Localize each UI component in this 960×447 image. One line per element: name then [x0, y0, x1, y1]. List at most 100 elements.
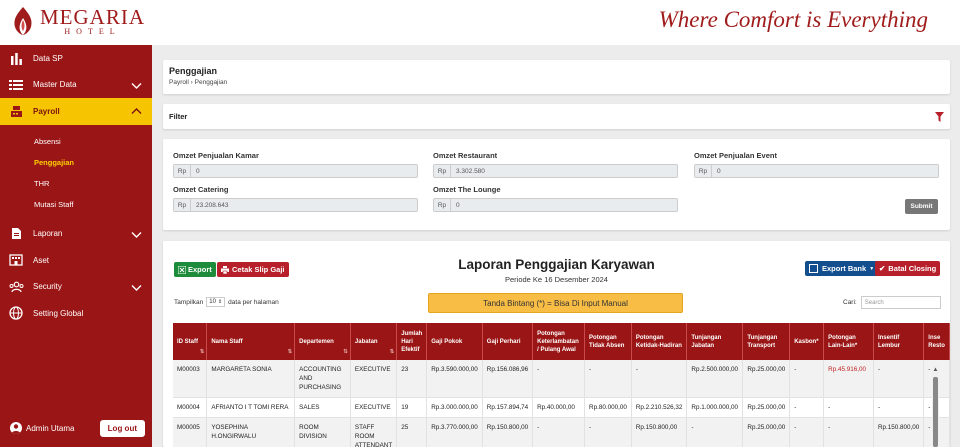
avatar-icon: [10, 422, 22, 434]
omzet-event-input[interactable]: Rp 0: [694, 164, 939, 178]
check-icon: ✔: [879, 264, 886, 273]
omzet-lounge-input[interactable]: Rp 0: [433, 198, 678, 212]
export-bank-label: Export Bank: [822, 264, 867, 273]
col-header[interactable]: Potongan Tidak Absen: [584, 323, 632, 360]
filter-card[interactable]: Filter: [163, 104, 950, 129]
table-row: M00003 MARGARETA SONIA ACCOUNTING AND PU…: [173, 360, 950, 398]
field-label: Omzet The Lounge: [433, 185, 501, 194]
col-header[interactable]: Tunjangan Jabatan: [686, 323, 744, 360]
table-cell-potongan-lain[interactable]: -: [823, 417, 874, 447]
submenu-mutasi-staff[interactable]: Mutasi Staff: [0, 194, 152, 215]
submenu-penggajian[interactable]: Penggajian: [0, 152, 152, 173]
sidebar-item-aset[interactable]: Aset: [0, 247, 152, 274]
table-cell: Rp.156.086,96: [482, 360, 534, 398]
table-cell: Rp.25.000,00: [742, 397, 791, 418]
col-header[interactable]: Tunjangan Transport: [742, 323, 791, 360]
brand-tagline: Where Comfort is Everything: [658, 7, 928, 32]
scroll-up-icon[interactable]: ▲: [932, 367, 939, 374]
col-header[interactable]: Departemen ⇅: [294, 323, 351, 360]
table-cell: YOSEPHINA H.ONGIRWALU: [206, 417, 296, 447]
col-header[interactable]: Potongan Keterlambatan / Pulang Awal: [532, 323, 586, 360]
table-cell-kasbon[interactable]: -: [789, 360, 825, 398]
sidebar-item-security[interactable]: Security: [0, 274, 152, 301]
col-header[interactable]: Kasbon*: [789, 323, 825, 360]
report-period: Periode Ke 16 Desember 2024: [505, 275, 608, 284]
omzet-catering-input[interactable]: Rp 23.208.643: [173, 198, 418, 212]
show-suffix: data per halaman: [228, 298, 279, 306]
table-row: M00004 AFRIANTO I T TOMI RERA SALES EXEC…: [173, 397, 950, 418]
sidebar-item-label: Setting Global: [33, 308, 84, 318]
col-header[interactable]: Insentif Lembur: [873, 323, 925, 360]
col-header[interactable]: Gaji Pokok: [426, 323, 483, 360]
table-cell-potongan-lain[interactable]: Rp.45.916,00: [823, 360, 874, 398]
table-cell: -: [584, 417, 632, 447]
col-header[interactable]: Jumlah Hari Efektif: [396, 323, 428, 360]
hotel-logo[interactable]: MEGARIA HOTEL: [10, 6, 145, 36]
table-cell: Rp.80.000,00: [584, 397, 632, 418]
table-cell-kasbon[interactable]: -: [789, 397, 825, 418]
table-cell-kasbon[interactable]: -: [789, 417, 825, 447]
table-cell: Rp.3.590.000,00: [426, 360, 483, 398]
table-cell: 23: [396, 360, 428, 398]
col-header[interactable]: Potongan Ketidak-Hadiran: [631, 323, 688, 360]
document-icon: [8, 227, 24, 241]
report-card: Export Cetak Slip Gaji Laporan Penggajia…: [163, 241, 950, 447]
submenu-thr[interactable]: THR: [0, 173, 152, 194]
users-icon: [8, 280, 24, 294]
omzet-kamar-input[interactable]: Rp 0: [173, 164, 418, 178]
omzet-restaurant-input[interactable]: Rp 3.302.580: [433, 164, 678, 178]
submenu-absensi[interactable]: Absensi: [0, 131, 152, 152]
chevron-up-icon: [131, 108, 142, 114]
list-icon: [8, 78, 24, 92]
field-label: Omzet Penjualan Event: [694, 151, 777, 160]
sidebar-item-master-data[interactable]: Master Data: [0, 72, 152, 99]
batal-closing-label: Batal Closing: [888, 264, 937, 273]
col-header[interactable]: Gaji Perhari: [482, 323, 534, 360]
caret-down-icon: ▼: [869, 265, 875, 272]
col-header[interactable]: ID Staff ⇅: [173, 323, 208, 360]
field-omzet-restaurant: Omzet Restaurant Rp 3.302.580: [433, 151, 678, 178]
col-header[interactable]: Inse Resto: [923, 323, 950, 360]
currency-prefix: Rp: [434, 165, 451, 177]
user-panel: Admin Utama Log out: [10, 420, 145, 437]
breadcrumb[interactable]: Payroll › Penggajian: [169, 79, 944, 86]
show-prefix: Tampilkan: [174, 298, 204, 306]
scroll-thumb[interactable]: [933, 377, 938, 447]
chevron-down-icon: [131, 284, 142, 291]
filter-icon[interactable]: [935, 112, 944, 122]
table-cell-potongan-lain[interactable]: -: [823, 397, 874, 418]
page-title: Penggajian: [169, 66, 218, 76]
table-cell: Rp.40.000,00: [532, 397, 586, 418]
table-cell: Rp.1.000.000,00: [686, 397, 744, 418]
col-header[interactable]: Potongan Lain-Lain*: [823, 323, 874, 360]
table-cell: -: [532, 360, 586, 398]
table-cell: Rp.25.000,00: [742, 360, 791, 398]
table-cell: STAFF ROOM ATTENDANT: [350, 417, 398, 447]
col-header[interactable]: Jabatan ⇅: [350, 323, 398, 360]
cash-register-icon: [8, 104, 24, 118]
table-scrollbar[interactable]: ▲: [932, 365, 939, 447]
table-cell: EXECUTIVE: [350, 397, 398, 418]
batal-closing-button[interactable]: ✔ Batal Closing: [875, 261, 941, 276]
table-header-row: ID Staff ⇅ Nama Staff ⇅ Departemen ⇅ Jabata…: [173, 323, 950, 360]
sidebar-item-label: Laporan: [33, 229, 63, 239]
search-control: Cari: Search: [843, 296, 941, 309]
field-omzet-catering: Omzet Catering Rp 23.208.643: [173, 185, 418, 212]
export-bank-button[interactable]: Export Bank ▼: [805, 261, 879, 276]
table-cell: Rp.3.770.000,00: [426, 417, 483, 447]
sidebar-item-payroll[interactable]: Payroll: [0, 98, 152, 125]
submit-button[interactable]: Submit: [905, 199, 938, 214]
table-cell: M00005: [173, 417, 208, 447]
search-input[interactable]: Search: [860, 296, 941, 309]
table-cell: 25: [396, 417, 428, 447]
currency-prefix: Rp: [174, 165, 191, 177]
col-header[interactable]: Nama Staff ⇅: [206, 323, 296, 360]
logout-button[interactable]: Log out: [99, 420, 145, 437]
sidebar-item-laporan[interactable]: Laporan: [0, 221, 152, 248]
page-length-select[interactable]: 10 ⇕: [206, 297, 226, 307]
table-cell: Rp.2.210.526,32: [631, 397, 688, 418]
sidebar-item-data-sp[interactable]: Data SP: [0, 45, 152, 72]
sidebar-item-setting-global[interactable]: Setting Global: [0, 300, 152, 327]
user-name: Admin Utama: [26, 423, 75, 433]
table-row: M00005 YOSEPHINA H.ONGIRWALU ROOM DIVISI…: [173, 417, 950, 447]
